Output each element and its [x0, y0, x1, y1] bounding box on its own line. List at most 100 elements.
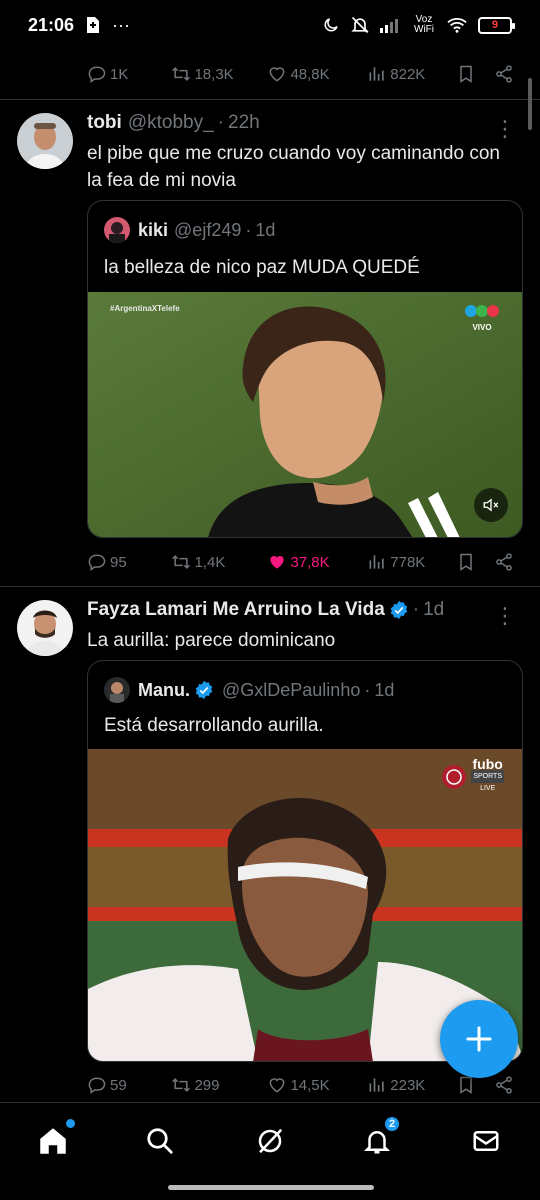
bookmark-icon: [459, 65, 472, 83]
reply-icon: [88, 66, 106, 83]
separator-dot: ·: [217, 112, 224, 133]
broadcaster-name: fubo: [472, 756, 503, 772]
tweet-1[interactable]: tobi @ktobby_ · 22h ⋮ el pibe que me cru…: [0, 100, 540, 586]
share-button[interactable]: [494, 1075, 517, 1095]
status-time: 21:06: [28, 14, 75, 35]
author-name[interactable]: Fayza Lamari Me Arruino La Vida: [87, 599, 385, 621]
tweet-time[interactable]: 22h: [228, 112, 260, 134]
quote-tweet[interactable]: Manu. @GxlDePaulinho · 1d Está desarroll…: [87, 660, 523, 1062]
views-count: 822K: [390, 65, 426, 83]
network-label: Voz WiFi: [414, 14, 434, 35]
like-count: 37,8K: [290, 553, 330, 571]
like-count: 14,5K: [290, 1076, 330, 1094]
mail-icon: [473, 1131, 499, 1151]
quote-time: 1d: [255, 219, 276, 240]
reply-count: 1K: [110, 65, 129, 83]
signal-icon: [380, 17, 402, 33]
tweet-text: La aurilla: parece dominicano: [87, 630, 336, 651]
views-icon: [369, 555, 384, 569]
retweet-icon: [172, 1078, 191, 1092]
battery-icon: 9: [478, 16, 515, 34]
uefa-logo-icon: [442, 764, 467, 789]
quote-avatar: [104, 677, 130, 703]
retweet-button[interactable]: 1,4K: [171, 552, 267, 572]
reply-icon: [88, 554, 106, 571]
quote-tweet[interactable]: kiki @ejf249 · 1d la belleza de nico paz…: [87, 200, 523, 538]
sim-alert-icon: [86, 16, 100, 34]
telefe-logo-icon: [465, 305, 499, 317]
retweet-button[interactable]: 18,3K: [171, 64, 267, 84]
heart-filled-icon: [270, 556, 285, 569]
like-button[interactable]: 48,8K: [267, 64, 367, 84]
nav-messages[interactable]: [466, 1121, 506, 1161]
dnd-moon-icon: [322, 16, 340, 34]
share-icon: [496, 1076, 512, 1094]
avatar[interactable]: [17, 600, 73, 656]
home-icon: [40, 1128, 66, 1154]
quote-text: la belleza de nico paz MUDA QUEDÉ: [104, 257, 420, 278]
reply-count: 95: [110, 553, 127, 571]
grok-icon: [258, 1128, 283, 1154]
status-bar: 21:06 ··· Voz WiFi 9: [0, 0, 540, 50]
avatar[interactable]: [17, 113, 73, 169]
like-button[interactable]: 37,8K: [267, 552, 367, 572]
views-button[interactable]: 778K: [367, 552, 455, 572]
views-button[interactable]: 223K: [367, 1075, 455, 1095]
tweet-header: Fayza Lamari Me Arruino La Vida · 1d: [87, 599, 520, 621]
share-button[interactable]: [494, 552, 517, 572]
quote-author-name: kiki: [138, 219, 169, 240]
mute-button[interactable]: [474, 488, 508, 522]
quote-header: kiki @ejf249 · 1d: [104, 217, 275, 243]
like-button[interactable]: 14,5K: [267, 1075, 367, 1095]
quote-text: Está desarrollando aurilla.: [104, 715, 324, 736]
verified-badge-icon: [195, 680, 213, 700]
bookmark-button[interactable]: [456, 64, 494, 84]
tweet-text: el pibe que me cruzo cuando voy caminand…: [87, 143, 500, 191]
author-handle[interactable]: @ktobby_: [128, 112, 214, 134]
retweet-button[interactable]: 299: [171, 1075, 267, 1095]
nav-search[interactable]: [140, 1121, 180, 1161]
bookmark-icon: [459, 553, 472, 571]
share-button[interactable]: [494, 64, 517, 84]
bookmark-button[interactable]: [456, 552, 494, 572]
more-options-icon[interactable]: ⋮: [494, 605, 516, 627]
quote-video[interactable]: #ArgentinaXTelefe VIVO: [88, 292, 522, 537]
views-icon: [369, 67, 384, 81]
more-options-icon[interactable]: ⋮: [494, 118, 516, 140]
home-indicator[interactable]: [168, 1185, 374, 1190]
reply-button[interactable]: 59: [87, 1075, 171, 1095]
author-name[interactable]: tobi: [87, 112, 122, 134]
views-count: 778K: [390, 553, 426, 571]
more-notifications-icon: ···: [112, 14, 131, 35]
tweet-time[interactable]: 1d: [423, 599, 444, 621]
reply-button[interactable]: 1K: [87, 64, 171, 84]
tv-logo: VIVO: [462, 304, 502, 332]
share-icon: [496, 65, 512, 83]
reply-icon: [88, 1077, 106, 1094]
heart-icon: [270, 1078, 285, 1093]
bookmark-button[interactable]: [456, 1075, 494, 1095]
reply-button[interactable]: 95: [87, 552, 171, 572]
separator-dot: ·: [364, 679, 371, 700]
retweet-count: 1,4K: [194, 553, 226, 571]
tweet-actions: 59 299 14,5K 223K: [87, 1072, 517, 1098]
wifi-icon: [446, 16, 468, 34]
compose-button[interactable]: [440, 1000, 518, 1078]
views-button[interactable]: 822K: [367, 64, 455, 84]
broadcast-hashtag: #ArgentinaXTelefe: [110, 304, 180, 313]
quote-header: Manu. @GxlDePaulinho · 1d: [104, 677, 394, 703]
views-count: 223K: [390, 1076, 426, 1094]
notifications-badge: 2: [383, 1115, 401, 1133]
nav-grok[interactable]: [250, 1121, 290, 1161]
nav-notifications[interactable]: 2: [357, 1115, 401, 1161]
tweet-actions: 95 1,4K 37,8K 778K: [87, 549, 517, 575]
nav-home[interactable]: [33, 1119, 75, 1161]
bookmark-icon: [459, 1076, 472, 1094]
share-icon: [496, 553, 512, 571]
separator-dot: ·: [412, 599, 420, 620]
retweet-icon: [172, 67, 191, 81]
search-icon: [147, 1128, 173, 1154]
retweet-icon: [172, 555, 191, 569]
quote-time: 1d: [374, 679, 395, 700]
retweet-count: 18,3K: [194, 65, 234, 83]
